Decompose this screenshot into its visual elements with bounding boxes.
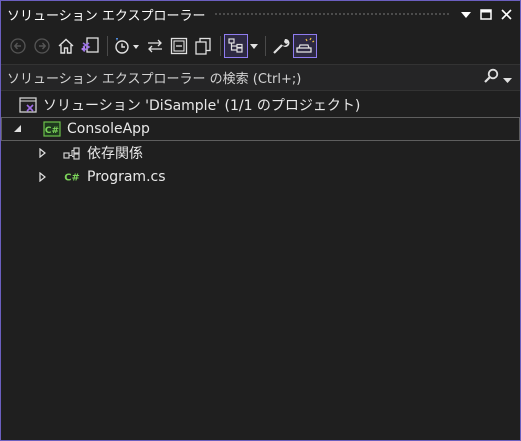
- back-icon[interactable]: [7, 35, 29, 57]
- toolbar-separator: [220, 36, 221, 56]
- project-label: ConsoleApp: [67, 121, 150, 137]
- search-options-dropdown-icon[interactable]: [503, 68, 512, 87]
- collapsed-chevron-icon[interactable]: [35, 146, 49, 160]
- toolbar-separator: [265, 36, 266, 56]
- home-icon[interactable]: [55, 35, 77, 57]
- properties-icon[interactable]: [270, 35, 292, 57]
- preview-selected-items-icon[interactable]: [224, 34, 248, 58]
- title-drag-grip[interactable]: [214, 12, 450, 17]
- maximize-icon[interactable]: [478, 7, 494, 23]
- window-title: ソリューション エクスプローラー: [7, 9, 206, 24]
- toolbar: [1, 29, 520, 63]
- preview-dropdown-icon[interactable]: [249, 35, 259, 57]
- collapse-all-icon[interactable]: [168, 35, 190, 57]
- pending-changes-filter-icon[interactable]: [112, 35, 142, 57]
- dependencies-icon: [63, 145, 81, 161]
- tree-item-program-cs[interactable]: C# Program.cs: [1, 165, 520, 189]
- window-position-dropdown-icon[interactable]: [458, 7, 474, 23]
- solution-icon: [19, 97, 37, 113]
- svg-text:C#: C#: [45, 126, 59, 136]
- search-input[interactable]: ソリューション エクスプローラー の検索 (Ctrl+;): [1, 68, 483, 87]
- search-icon[interactable]: [483, 68, 499, 88]
- show-all-files-icon[interactable]: [192, 35, 214, 57]
- title-bar[interactable]: ソリューション エクスプローラー: [1, 1, 520, 28]
- csharp-project-icon: C#: [43, 121, 61, 137]
- search-box[interactable]: ソリューション エクスプローラー の検索 (Ctrl+;): [1, 64, 520, 91]
- solution-label: ソリューション 'DiSample' (1/1 のプロジェクト): [43, 98, 361, 114]
- sync-with-active-document-icon[interactable]: [144, 35, 166, 57]
- expanded-chevron-icon[interactable]: [11, 122, 25, 136]
- solution-tree: ソリューション 'DiSample' (1/1 のプロジェクト) C# Cons…: [1, 93, 520, 440]
- solution-explorer-toggle-icon[interactable]: [293, 34, 317, 58]
- switch-views-icon[interactable]: [79, 35, 101, 57]
- tree-item-solution[interactable]: ソリューション 'DiSample' (1/1 のプロジェクト): [1, 93, 520, 117]
- csharp-file-icon: C#: [63, 169, 81, 185]
- svg-text:C#: C#: [64, 173, 80, 184]
- collapsed-chevron-icon[interactable]: [35, 170, 49, 184]
- forward-icon[interactable]: [31, 35, 53, 57]
- dependencies-label: 依存関係: [87, 146, 143, 162]
- solution-explorer-window: ソリューション エクスプローラー ソリューション エクスプローラー の検索 (C…: [0, 0, 521, 441]
- tree-item-project[interactable]: C# ConsoleApp: [1, 117, 520, 141]
- tree-item-dependencies[interactable]: 依存関係: [1, 141, 520, 165]
- close-icon[interactable]: [498, 7, 514, 23]
- program-cs-label: Program.cs: [87, 169, 166, 185]
- toolbar-separator: [107, 36, 108, 56]
